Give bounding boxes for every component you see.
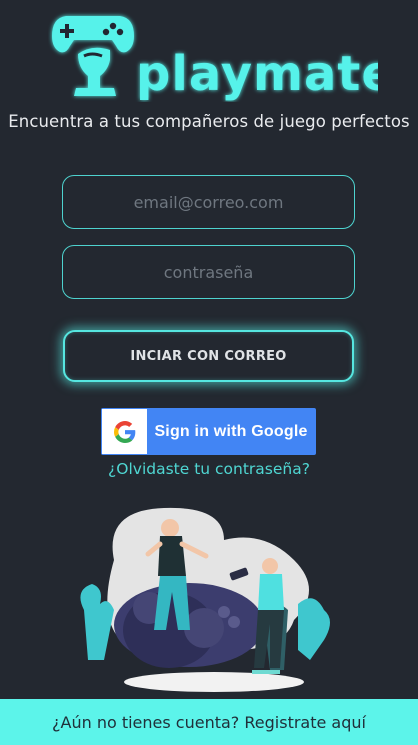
- register-link-label: ¿Aún no tienes cuenta? Registrate aquí: [52, 712, 366, 732]
- google-signin-label: Sign in with Google: [154, 422, 308, 440]
- password-field[interactable]: [62, 245, 355, 299]
- gamepad-hand-icon: [52, 16, 134, 96]
- gamers-with-controller-illustration: [80, 507, 330, 692]
- tagline: Encuentra a tus compañeros de juego perf…: [8, 112, 410, 131]
- playmates-logo: playmates: [52, 16, 378, 102]
- brand-wordmark: playmates: [136, 46, 378, 102]
- google-signin-button[interactable]: Sign in with Google: [101, 408, 316, 455]
- google-g-icon: [102, 409, 147, 454]
- forgot-password-link[interactable]: ¿Olvidaste tu contraseña?: [0, 460, 418, 478]
- email-field[interactable]: [62, 175, 355, 229]
- register-link[interactable]: ¿Aún no tienes cuenta? Registrate aquí: [0, 699, 418, 745]
- email-login-button[interactable]: INCIAR CON CORREO: [63, 330, 354, 382]
